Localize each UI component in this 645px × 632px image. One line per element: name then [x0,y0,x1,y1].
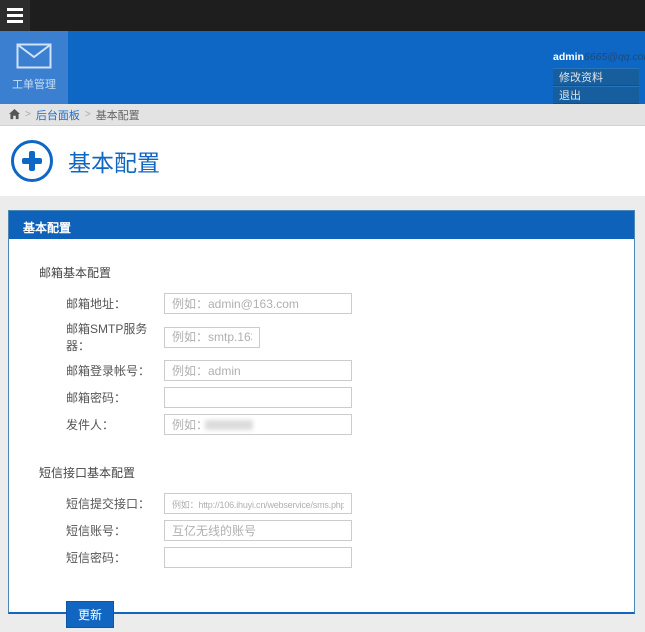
field-label: 发件人： [66,418,115,432]
field-label: 短信账号： [66,524,127,538]
sidebar-item-work-orders[interactable]: 工单管理 [0,31,68,104]
user-email-prefix: admin [553,51,584,63]
title-area: 基本配置 [0,126,645,196]
panel-body: 邮箱基本配置 邮箱地址： 邮箱SMTP服务器： 邮箱登录帐号： 邮箱密码： 发件… [9,239,634,628]
user-email: admin6665@qq.com [553,51,645,63]
panel-header: 基本配置 [9,211,634,239]
form-row-email-address: 邮箱地址： [66,293,614,314]
page-title: 基本配置 [68,150,160,176]
sms-account-input[interactable] [164,520,352,541]
form-row-sms-password: 短信密码： [66,547,614,568]
section-heading-email: 邮箱基本配置 [39,266,112,280]
user-menu: 修改资料 退出 [553,68,639,104]
breadcrumb-separator: > [84,109,91,120]
topbar [0,0,645,31]
envelope-icon [16,43,52,69]
breadcrumb: > 后台面板 > 基本配置 [0,104,645,126]
home-icon[interactable] [9,109,20,120]
field-label: 邮箱登录帐号： [66,364,151,378]
sms-password-input[interactable] [164,547,352,568]
content-area: 基本配置 邮箱基本配置 邮箱地址： 邮箱SMTP服务器： 邮箱登录帐号： 邮箱密… [0,196,645,632]
field-label: 邮箱地址： [66,297,127,311]
breadcrumb-current: 基本配置 [95,109,140,122]
field-label: 短信提交接口： [66,497,151,511]
email-address-input[interactable] [164,293,352,314]
field-label: 邮箱SMTP服务器： [66,322,148,353]
form-row-sms-account: 短信账号： [66,520,614,541]
breadcrumb-link-dashboard[interactable]: 后台面板 [36,107,80,123]
module-label: 工单管理 [12,79,56,91]
form-row-email-password: 邮箱密码： [66,387,614,408]
form-row-sender: 发件人： [66,414,614,435]
email-password-input[interactable] [164,387,352,408]
menu-item-edit-profile[interactable]: 修改资料 [553,68,639,86]
sms-api-input[interactable] [164,493,352,514]
menu-item-logout[interactable]: 退出 [553,86,639,104]
email-account-input[interactable] [164,360,352,381]
form-row-email-account: 邮箱登录帐号： [66,360,614,381]
smtp-server-input[interactable] [164,326,260,348]
update-button[interactable]: 更新 [66,601,115,628]
field-label: 邮箱密码： [66,391,127,405]
user-email-suffix: 6665@qq.com [583,51,645,63]
hamburger-menu-icon[interactable] [0,0,30,31]
config-panel: 基本配置 邮箱基本配置 邮箱地址： 邮箱SMTP服务器： 邮箱登录帐号： 邮箱密… [8,210,635,628]
user-area: admin6665@qq.com 修改资料 退出 [553,51,645,104]
breadcrumb-separator: > [25,109,31,120]
form-row-smtp-server: 邮箱SMTP服务器： [66,320,614,354]
header: 工单管理 admin6665@qq.com 修改资料 退出 [0,31,645,104]
field-label: 短信密码： [66,551,127,565]
plus-circle-icon [11,140,53,182]
sender-input[interactable] [164,414,352,435]
section-heading-sms: 短信接口基本配置 [39,466,136,480]
form-row-sms-api: 短信提交接口： [66,493,614,514]
